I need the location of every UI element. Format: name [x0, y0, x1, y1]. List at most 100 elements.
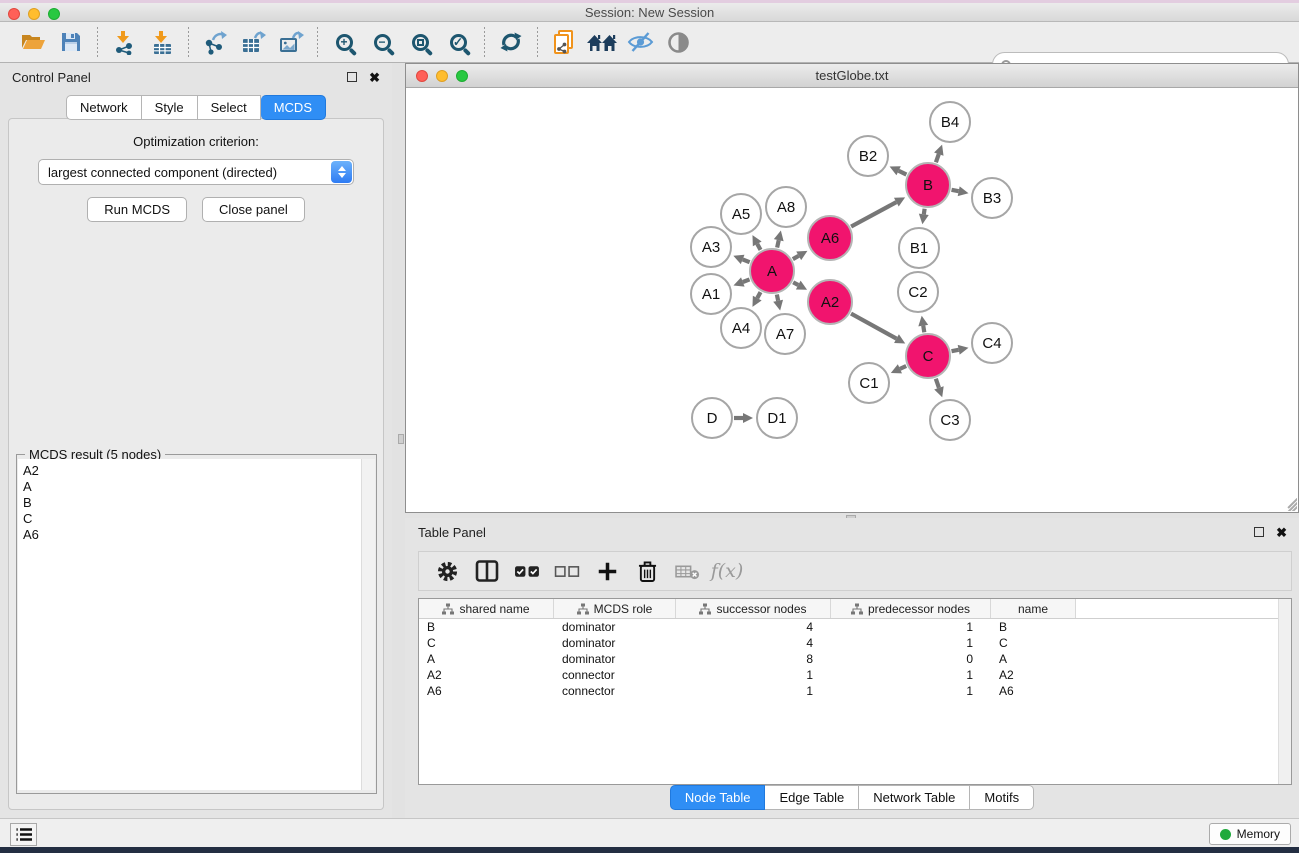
result-item[interactable]: A	[23, 479, 363, 495]
column-header-successor-nodes[interactable]: successor nodes	[676, 599, 831, 618]
tab-node-table[interactable]: Node Table	[670, 785, 766, 810]
table-cell[interactable]: dominator	[554, 619, 676, 635]
function-builder-icon[interactable]: f(x)	[709, 555, 745, 587]
close-panel-icon[interactable]: ✖	[369, 71, 380, 84]
clone-network-icon[interactable]	[547, 26, 581, 58]
edge-A-A4[interactable]	[757, 292, 760, 298]
table-cell[interactable]: 1	[676, 683, 831, 699]
home-icon[interactable]	[585, 26, 619, 58]
table-cell[interactable]: 0	[831, 651, 991, 667]
table-cell[interactable]: A2	[991, 667, 1076, 683]
node-B4[interactable]: B4	[929, 101, 971, 143]
network-minimize-button[interactable]	[436, 70, 448, 82]
node-B1[interactable]: B1	[898, 227, 940, 269]
table-cell[interactable]: 4	[676, 619, 831, 635]
edge-C-C3[interactable]	[936, 379, 939, 388]
table-cell[interactable]: connector	[554, 683, 676, 699]
close-window-button[interactable]	[8, 8, 20, 20]
tab-network[interactable]: Network	[66, 95, 142, 120]
deselect-all-icon[interactable]	[549, 555, 585, 587]
zoom-fit-icon[interactable]	[403, 26, 437, 58]
mcds-result-list[interactable]: A2ABCA6	[18, 459, 363, 790]
close-panel-button[interactable]: Close panel	[202, 197, 305, 222]
resize-grip-icon[interactable]	[1284, 498, 1297, 511]
node-D1[interactable]: D1	[756, 397, 798, 439]
node-A6[interactable]: A6	[807, 215, 853, 261]
save-session-icon[interactable]	[54, 26, 88, 58]
table-row[interactable]: A6connector11A6	[419, 683, 1291, 699]
table-cell[interactable]: B	[991, 619, 1076, 635]
node-C2[interactable]: C2	[897, 271, 939, 313]
edge-B-B1[interactable]	[924, 209, 925, 215]
node-C3[interactable]: C3	[929, 399, 971, 441]
node-A7[interactable]: A7	[764, 313, 806, 355]
edge-C-C2[interactable]	[923, 326, 924, 333]
table-cell[interactable]: C	[991, 635, 1076, 651]
edge-A6-B[interactable]	[851, 202, 896, 226]
node-A2[interactable]: A2	[807, 279, 853, 325]
edge-A-A1[interactable]	[743, 279, 750, 282]
edge-A-A2[interactable]	[793, 282, 798, 285]
task-history-button[interactable]	[10, 823, 37, 846]
table-cell[interactable]: 4	[676, 635, 831, 651]
main-titlebar[interactable]: Session: New Session	[0, 3, 1299, 22]
table-cell[interactable]: B	[419, 619, 554, 635]
node-C1[interactable]: C1	[848, 362, 890, 404]
edge-A-A7[interactable]	[777, 295, 778, 301]
delete-column-icon[interactable]	[669, 555, 705, 587]
edge-B-B3[interactable]	[952, 190, 959, 191]
node-D[interactable]: D	[691, 397, 733, 439]
node-A3[interactable]: A3	[690, 226, 732, 268]
table-cell[interactable]: dominator	[554, 635, 676, 651]
table-cell[interactable]: 1	[676, 667, 831, 683]
optimization-criterion-dropdown[interactable]: largest connected component (directed)	[38, 159, 354, 185]
node-A4[interactable]: A4	[720, 307, 762, 349]
minimize-window-button[interactable]	[28, 8, 40, 20]
node-B3[interactable]: B3	[971, 177, 1013, 219]
tab-select[interactable]: Select	[198, 95, 261, 120]
table-cell[interactable]: A6	[419, 683, 554, 699]
tab-style[interactable]: Style	[142, 95, 198, 120]
table-close-panel-icon[interactable]: ✖	[1276, 526, 1287, 539]
show-details-icon[interactable]	[661, 26, 695, 58]
node-C[interactable]: C	[905, 333, 951, 379]
edge-A-A3[interactable]	[743, 259, 750, 262]
export-image-icon[interactable]	[274, 26, 308, 58]
edge-B-B4[interactable]	[936, 154, 939, 162]
edge-B-B2[interactable]	[899, 171, 907, 175]
select-all-icon[interactable]	[509, 555, 545, 587]
zoom-in-icon[interactable]: +	[327, 26, 361, 58]
result-item[interactable]: C	[23, 511, 363, 527]
node-C4[interactable]: C4	[971, 322, 1013, 364]
column-header-name[interactable]: name	[991, 599, 1076, 618]
network-window-titlebar[interactable]: testGlobe.txt	[406, 64, 1298, 88]
edge-A-A5[interactable]	[757, 244, 760, 250]
hide-details-icon[interactable]	[623, 26, 657, 58]
column-header-MCDS-role[interactable]: MCDS role	[554, 599, 676, 618]
zoom-out-icon[interactable]: −	[365, 26, 399, 58]
column-header-shared-name[interactable]: shared name	[419, 599, 554, 618]
node-A1[interactable]: A1	[690, 273, 732, 315]
graph-layer[interactable]: B4B2BB3A8A5A6A3B1AC2A1A2A4A7C4CC1DD1C3	[407, 89, 1297, 512]
delete-row-icon[interactable]	[629, 555, 665, 587]
table-cell[interactable]: C	[419, 635, 554, 651]
export-table-icon[interactable]	[236, 26, 270, 58]
open-file-icon[interactable]	[16, 26, 50, 58]
table-row[interactable]: Bdominator41B	[419, 619, 1291, 635]
node-A[interactable]: A	[749, 248, 795, 294]
edge-C-C1[interactable]	[900, 366, 906, 369]
node-A5[interactable]: A5	[720, 193, 762, 235]
edge-A-A8[interactable]	[777, 240, 779, 247]
network-close-button[interactable]	[416, 70, 428, 82]
table-cell[interactable]: A	[991, 651, 1076, 667]
result-item[interactable]: A6	[23, 527, 363, 543]
node-B[interactable]: B	[905, 162, 951, 208]
table-cell[interactable]: 1	[831, 667, 991, 683]
table-float-panel-icon[interactable]	[1254, 527, 1264, 537]
run-mcds-button[interactable]: Run MCDS	[87, 197, 187, 222]
add-column-icon[interactable]	[589, 555, 625, 587]
table-cell[interactable]: A6	[991, 683, 1076, 699]
tab-network-table[interactable]: Network Table	[859, 785, 970, 810]
table-cell[interactable]: A2	[419, 667, 554, 683]
table-cell[interactable]: 8	[676, 651, 831, 667]
